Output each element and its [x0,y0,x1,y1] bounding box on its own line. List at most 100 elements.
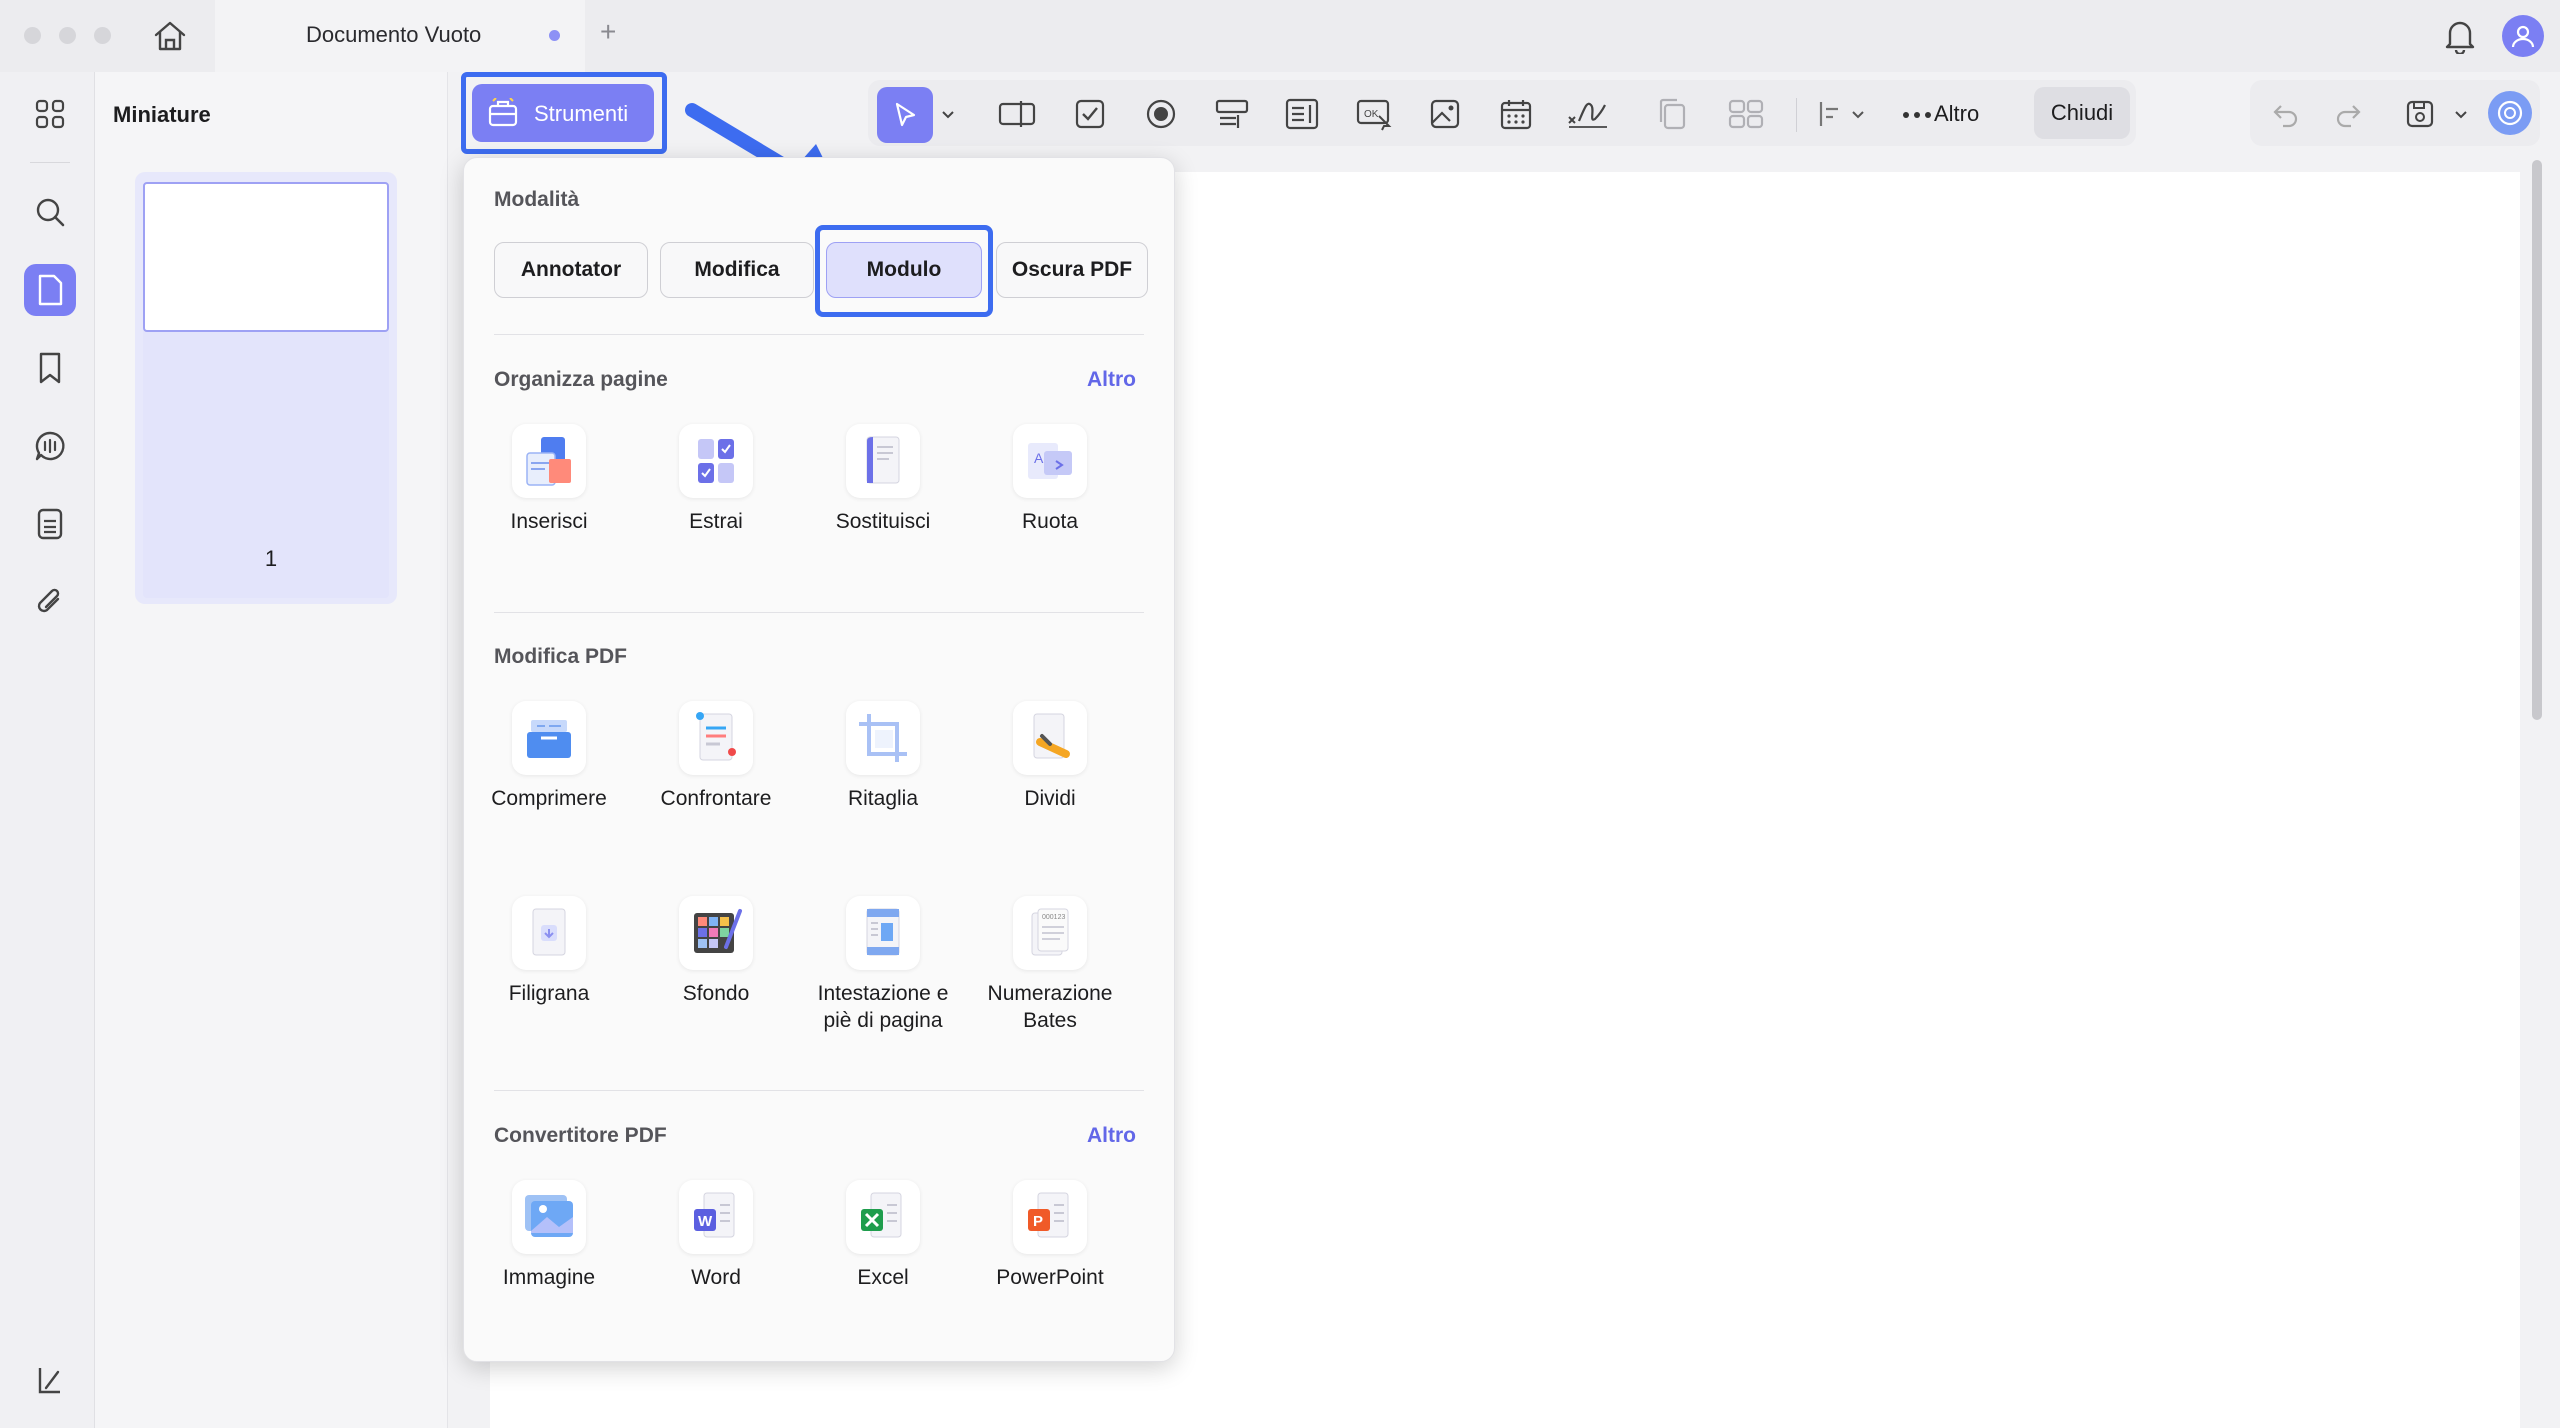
tool-confrontare-label: Confrontare [660,787,772,810]
split-icon [1013,701,1087,775]
unsaved-dot-icon [549,30,560,41]
thumbnail-page-content [143,182,389,332]
organize-section-title: Organizza pagine [494,368,668,391]
word-convert-icon: W [679,1180,753,1254]
convert-more-link[interactable]: Altro [1087,1124,1136,1148]
image-field-icon[interactable] [1423,94,1467,134]
save-chevron-down-icon[interactable] [2450,104,2472,126]
checkbox-icon[interactable] [1068,94,1112,134]
tool-inserisci-label: Inserisci [510,510,588,533]
align-icon[interactable] [1812,94,1848,134]
grid-layout-icon[interactable] [1724,94,1768,134]
strumenti-button[interactable]: Strumenti [472,84,654,142]
svg-text:W: W [698,1213,713,1230]
more-dots-icon[interactable] [1900,100,1934,130]
divider [494,334,1144,335]
chevron-down-icon[interactable] [937,104,959,126]
duplicate-icon[interactable] [1652,94,1692,134]
left-rail [0,72,95,1428]
svg-text:P: P [1033,1213,1043,1230]
organize-more-link[interactable]: Altro [1087,368,1136,392]
insert-pages-icon [512,424,586,498]
ai-assistant-icon[interactable] [2488,91,2532,135]
tool-ruota-label: Ruota [1021,510,1079,533]
excel-convert-icon [846,1180,920,1254]
crop-icon [846,701,920,775]
tool-word-label: Word [691,1266,741,1289]
mode-oscura-pdf-button[interactable]: Oscura PDF [996,242,1148,298]
thumbnails-title: Miniature [113,102,211,127]
window-close-button[interactable] [24,27,41,44]
header-footer-icon [846,896,920,970]
combo-box-icon[interactable] [1210,94,1254,134]
compress-icon [512,701,586,775]
compare-icon [679,701,753,775]
account-avatar-icon[interactable] [2502,15,2544,57]
modes-section-title: Modalità [494,188,580,211]
redo-icon[interactable] [2326,94,2370,134]
divider [494,1090,1144,1091]
tool-immagine-label: Immagine [502,1266,596,1289]
toolbox-icon [486,97,520,129]
tool-excel-label: Excel [857,1266,909,1289]
calendar-icon[interactable] [1494,94,1538,134]
home-icon[interactable] [150,18,190,54]
select-tool-button[interactable] [877,87,933,143]
thumbnails-page-icon[interactable] [24,264,76,316]
edit-section-title: Modifica PDF [494,645,628,668]
svg-text:000123: 000123 [1042,914,1065,921]
bookmark-icon[interactable] [24,342,76,394]
sidebar-toggle-icon[interactable] [24,1354,76,1406]
convert-section-title: Convertitore PDF [494,1124,667,1147]
tool-filigrana-label: Filigrana [508,982,590,1005]
divider [494,612,1144,613]
search-icon[interactable] [24,186,76,238]
svg-text:OK: OK [1364,109,1379,120]
window-zoom-button[interactable] [94,27,111,44]
powerpoint-convert-icon: P [1013,1180,1087,1254]
extract-pages-icon [679,424,753,498]
tool-intestazione-label: Intestazione e piè di pagina [817,982,949,1032]
undo-icon[interactable] [2264,94,2308,134]
radio-button-icon[interactable] [1139,94,1183,134]
more-tools-button[interactable]: Altro [1934,101,1979,127]
tool-powerpoint-label: PowerPoint [996,1266,1104,1289]
comments-icon[interactable] [24,420,76,472]
list-box-icon[interactable] [1280,94,1324,134]
window-minimize-button[interactable] [59,27,76,44]
tool-comprimere-label: Comprimere [491,787,607,810]
apps-grid-icon[interactable] [24,88,76,140]
new-tab-button[interactable]: + [600,16,616,48]
attachment-icon[interactable] [24,576,76,628]
thumbnails-panel: Miniature 1 [95,72,448,1428]
watermark-icon [512,896,586,970]
save-icon[interactable] [2398,94,2442,134]
bates-numbering-icon: 000123 [1013,896,1087,970]
vertical-scrollbar[interactable] [2532,160,2542,720]
thumbnail-page-number: 1 [264,546,278,571]
mode-modifica-button[interactable]: Modifica [660,242,814,298]
tools-dropdown-panel: Modalità Annotator Modifica Modulo Oscur… [463,157,1175,1362]
signature-icon[interactable] [1564,94,1612,134]
tool-estrai-label: Estrai [689,510,743,533]
strumenti-label: Strumenti [534,101,629,126]
title-bar: Documento Vuoto + [0,0,2560,72]
image-convert-icon [512,1180,586,1254]
document-tab-title: Documento Vuoto [306,22,482,47]
text-field-icon[interactable] [995,94,1039,134]
replace-pages-icon [846,424,920,498]
modulo-highlight-frame [815,225,993,317]
tool-dividi-label: Dividi [1024,787,1076,810]
mode-annotator-button[interactable]: Annotator [494,242,648,298]
close-tools-button[interactable]: Chiudi [2034,87,2130,139]
background-icon [679,896,753,970]
rotate-pages-icon: A [1013,424,1087,498]
stamp-icon[interactable] [24,498,76,550]
tool-sostituisci-label: Sostituisci [835,510,931,533]
tool-numerazione-bates-label: Numerazione Bates [987,982,1113,1032]
tool-ritaglia-label: Ritaglia [847,787,919,810]
align-chevron-down-icon[interactable] [1847,104,1869,126]
svg-text:A: A [1034,450,1044,466]
bell-icon[interactable] [2440,14,2480,58]
button-field-icon[interactable]: OK [1352,94,1396,134]
